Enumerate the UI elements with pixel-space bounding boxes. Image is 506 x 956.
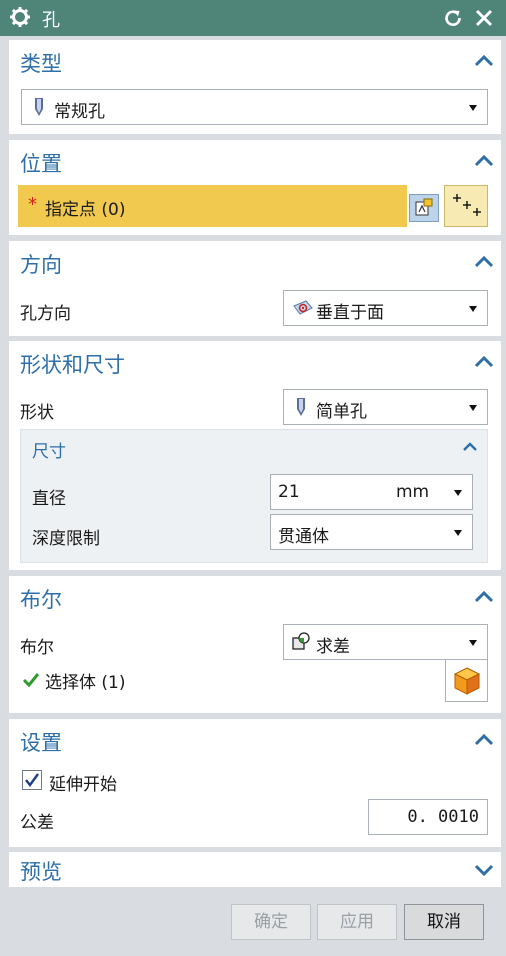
direction-section: 方向 孔方向 垂直于面: [9, 241, 501, 336]
depth-limit-select[interactable]: 贯通体: [270, 514, 473, 550]
point-dialog-button[interactable]: [444, 185, 488, 227]
position-section: 位置 * 指定点 (0): [9, 140, 501, 235]
checkmark-icon: [22, 673, 40, 688]
depth-limit-label: 深度限制: [32, 529, 100, 549]
ok-button[interactable]: 确定: [231, 904, 311, 940]
title-bar: 孔: [0, 0, 506, 36]
chevron-up-icon[interactable]: [473, 351, 495, 373]
dimensions-title[interactable]: 尺寸: [32, 437, 66, 462]
extend-start-label: 延伸开始: [49, 775, 117, 795]
dimensions-group: 尺寸 直径 21 mm 深度限制 贯通体: [20, 429, 488, 563]
dropdown-arrow-icon: [454, 530, 462, 536]
tolerance-input[interactable]: 0. 0010: [368, 799, 488, 835]
settings-section: 设置 延伸开始 公差 0. 0010: [9, 719, 501, 847]
chevron-up-icon[interactable]: [473, 50, 495, 72]
normal-to-face-icon: [293, 300, 313, 315]
preview-section-title[interactable]: 预览: [20, 856, 62, 886]
boolean-section-title[interactable]: 布尔: [20, 584, 62, 614]
specify-point-label: 指定点 (0): [45, 200, 126, 220]
hole-direction-label: 孔方向: [20, 304, 71, 324]
subtract-icon: [292, 632, 310, 650]
sketch-icon: [415, 198, 433, 216]
reset-icon[interactable]: [443, 8, 463, 28]
diameter-input[interactable]: 21 mm: [270, 474, 473, 510]
direction-section-title[interactable]: 方向: [20, 249, 62, 279]
select-body-button[interactable]: [445, 659, 488, 702]
hole-type-select[interactable]: 常规孔: [21, 89, 488, 125]
dropdown-arrow-icon: [469, 640, 477, 646]
diameter-value: 21: [278, 482, 300, 502]
diameter-unit[interactable]: mm: [396, 482, 429, 502]
close-icon[interactable]: [474, 8, 494, 28]
cancel-button[interactable]: 取消: [404, 904, 484, 940]
shape-value: 简单孔: [316, 402, 367, 422]
solid-body-icon: [453, 667, 481, 695]
required-marker: *: [28, 194, 37, 215]
dropdown-arrow-icon: [469, 306, 477, 312]
specify-point-row[interactable]: * 指定点 (0): [18, 185, 407, 227]
boolean-section: 布尔 布尔 求差 选择体 (1): [9, 576, 501, 713]
dropdown-arrow-icon: [454, 490, 462, 496]
depth-limit-value: 贯通体: [278, 527, 329, 547]
dropdown-arrow-icon: [469, 405, 477, 411]
shape-select[interactable]: 简单孔: [283, 389, 488, 425]
shape-section: 形状和尺寸 形状 简单孔 尺寸 直径 21 mm 深度限制 贯通体: [9, 341, 501, 570]
chevron-up-icon[interactable]: [473, 586, 495, 608]
type-section-title[interactable]: 类型: [20, 48, 62, 78]
point-plus-icon: [453, 194, 481, 216]
apply-button[interactable]: 应用: [317, 904, 397, 940]
diameter-label: 直径: [32, 489, 66, 509]
boolean-value: 求差: [316, 637, 350, 657]
gear-icon[interactable]: [9, 6, 31, 28]
shape-section-title[interactable]: 形状和尺寸: [20, 349, 125, 379]
preview-section: 预览: [9, 852, 501, 887]
hole-direction-select[interactable]: 垂直于面: [283, 290, 488, 326]
position-section-title[interactable]: 位置: [20, 148, 62, 178]
tolerance-label: 公差: [20, 813, 54, 833]
type-section: 类型 常规孔: [9, 40, 501, 134]
chevron-up-icon[interactable]: [473, 251, 495, 273]
hole-icon: [35, 98, 43, 116]
hole-icon: [297, 398, 305, 416]
dropdown-arrow-icon: [469, 105, 477, 111]
chevron-up-icon[interactable]: [473, 150, 495, 172]
checkbox-check-icon: [25, 773, 39, 787]
chevron-up-icon[interactable]: [461, 438, 479, 456]
hole-direction-value: 垂直于面: [316, 303, 384, 323]
sketch-button[interactable]: [409, 194, 439, 222]
extend-start-checkbox[interactable]: [22, 770, 42, 790]
shape-label: 形状: [20, 403, 54, 423]
tolerance-value: 0. 0010: [407, 807, 479, 827]
window-title: 孔: [42, 10, 60, 31]
settings-section-title[interactable]: 设置: [20, 727, 62, 757]
hole-type-value: 常规孔: [54, 102, 105, 122]
boolean-label: 布尔: [20, 638, 54, 658]
select-body-label[interactable]: 选择体 (1): [45, 668, 125, 693]
boolean-select[interactable]: 求差: [283, 624, 488, 660]
chevron-down-icon[interactable]: [473, 859, 495, 881]
chevron-up-icon[interactable]: [473, 729, 495, 751]
dialog-body: 类型 常规孔 位置 * 指定点 (0) 方向 孔方向 垂直于面 形状和尺寸 形状…: [3, 36, 503, 956]
